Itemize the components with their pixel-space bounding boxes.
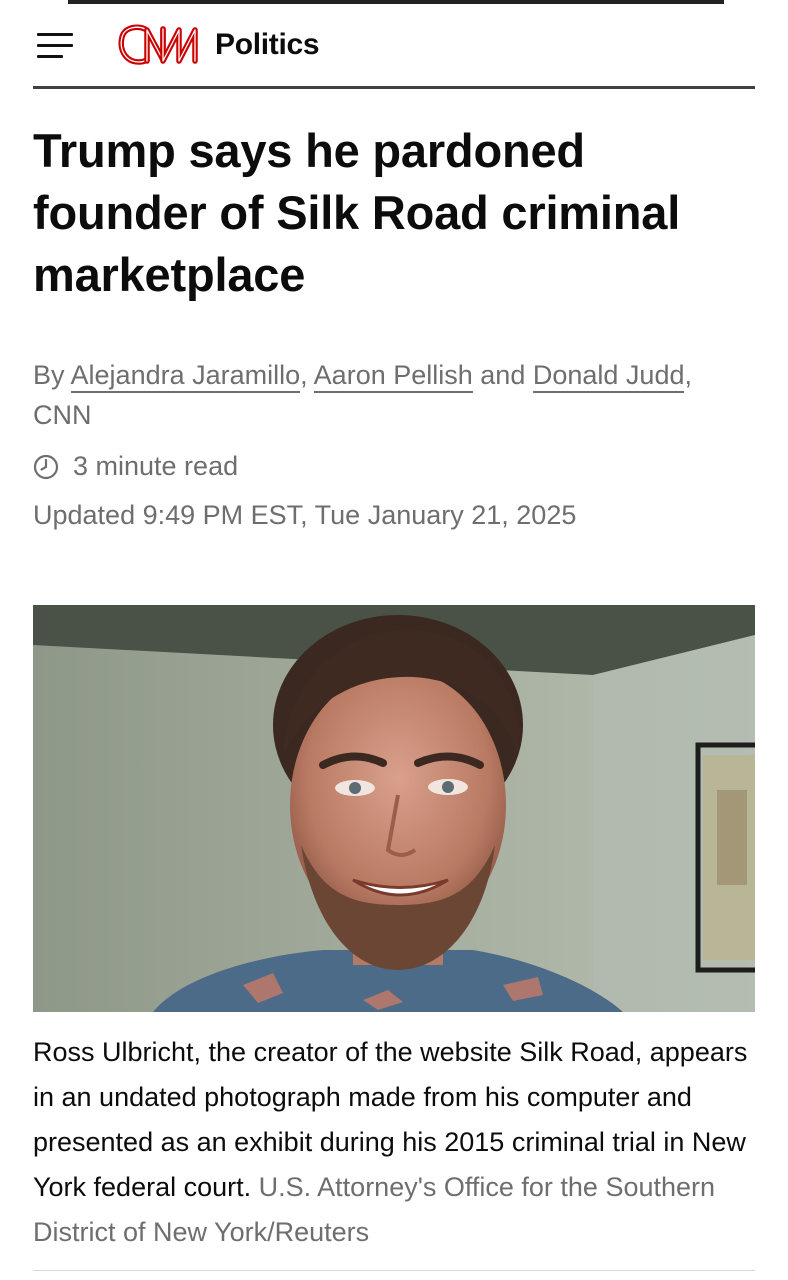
hamburger-menu-icon[interactable] [37,25,77,65]
byline-separator: , [300,360,308,390]
cnn-logo-mark [118,24,198,65]
author-link[interactable]: Aaron Pellish [313,360,473,393]
site-header: Politics [33,20,755,70]
section-title[interactable]: Politics [215,28,320,62]
byline-prefix: By [33,360,65,390]
byline-separator: and [480,360,526,390]
article-photo[interactable] [33,605,755,1012]
header-divider [33,86,755,89]
author-link[interactable]: Donald Judd [532,360,685,393]
read-time: 3 minute read [33,451,238,482]
article-headline: Trump says he pardoned founder of Silk R… [33,124,681,301]
clock-icon [33,454,59,479]
author-link[interactable]: Alejandra Jaramillo [70,360,301,393]
read-time-text: 3 minute read [73,451,239,481]
caption-divider [33,1270,755,1271]
article-byline: By Alejandra Jaramillo, Aaron Pellish an… [33,355,753,435]
cnn-logo[interactable]: Politics [117,23,320,67]
top-progress-bar [68,0,724,4]
portrait-photo [33,605,755,1012]
photo-caption: Ross Ulbricht, the creator of the websit… [33,1030,758,1255]
updated-timestamp: Updated 9:49 PM EST, Tue January 21, 202… [33,500,577,530]
